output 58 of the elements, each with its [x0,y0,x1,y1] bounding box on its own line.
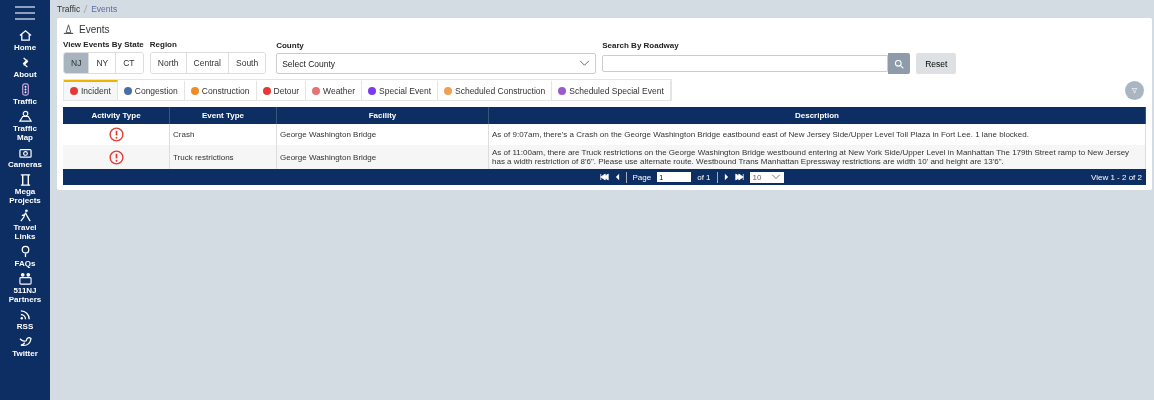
last-page-icon[interactable] [734,173,744,181]
next-page-icon[interactable] [723,173,729,181]
filter-label: View Events By State [63,40,144,49]
people-icon [18,272,32,285]
column-header: Activity Type [63,107,170,124]
sidebar-item[interactable]: Home [2,29,48,52]
walk-icon [18,209,32,222]
county-dropdown[interactable]: Select County [276,53,597,74]
page-size-dropdown[interactable]: 10 [749,171,785,183]
panel-title: Events [79,24,110,35]
page-label: Page [632,172,652,182]
table-cell: Crash [173,130,195,139]
column-header: Description [488,107,1146,124]
table-cell: As of 9:07am, there's a Crash on the George Washington Bridge eastbound east of New Jersey Side/Upper Level Toll Plaza in Fort Lee. 1 lane blocked. [492,130,1029,139]
camera-icon [18,146,32,159]
filter-label: Region [149,40,178,49]
alert-icon [108,127,124,142]
state-button[interactable]: CT [115,53,142,73]
alert-icon [108,149,124,165]
home-icon [18,29,32,42]
filter-label: Search By Roadway [602,41,680,50]
bird-icon [18,335,32,348]
state-button[interactable]: NJ [64,53,89,73]
table-cell: George Washington Bridge [280,130,377,139]
sidebar-item[interactable]: Mega Projects [2,173,48,205]
filter-label: County [276,41,305,50]
region-button[interactable]: South [228,53,266,73]
table-cell: As of 11:00am, there are Truck restrictions on the George Washington Bridge westbound entering at New York Side/Upper Level in Manhattan The 179th Street ramp to New Jersey has a width restriction of 8'6". Please use alternate route. Westbound Trans Manhattan Epressway restrictions are width 10' and height are 13'6". [492,148,1130,166]
chevron-down-icon [579,60,591,67]
sidebar-item[interactable]: Cameras [2,146,48,169]
sidebar-item[interactable]: About [2,56,48,79]
search-icon [894,58,905,69]
sidebar-item[interactable]: Traffic [2,83,48,106]
roadway-search-field[interactable] [602,55,889,72]
table-cell: George Washington Bridge [280,152,377,162]
sidebar-item[interactable]: FAQs [2,245,48,268]
sidebar-item[interactable]: Travel Links [2,209,48,241]
previous-page-icon[interactable] [614,173,620,181]
search-button[interactable] [888,53,911,74]
menu-icon[interactable] [13,5,37,21]
record-count: View 1 - 2 of 2 [1091,172,1142,182]
traffic-cone-icon [63,24,74,35]
chevron-down-icon [771,174,782,180]
column-header: Event Type [169,107,277,124]
page-count: of 1 [697,172,711,182]
breadcrumb-link[interactable]: Events [91,4,118,14]
map-icon [18,110,32,123]
sidebar-item[interactable]: Twitter [2,335,48,358]
sidebar-item[interactable]: RSS [2,308,48,331]
first-page-icon[interactable] [599,173,609,181]
table-cell: Truck restrictions [173,152,234,162]
sidebar-item[interactable]: 511NJ Partners [2,272,48,304]
column-header: Facility [276,107,489,124]
breadcrumb-link[interactable]: Traffic [57,4,81,14]
sidebar-item[interactable]: Traffic Map [2,110,48,142]
event-tab[interactable]: Incident [64,80,118,100]
rss-icon [18,308,32,321]
reset-button[interactable]: Reset [916,53,957,74]
